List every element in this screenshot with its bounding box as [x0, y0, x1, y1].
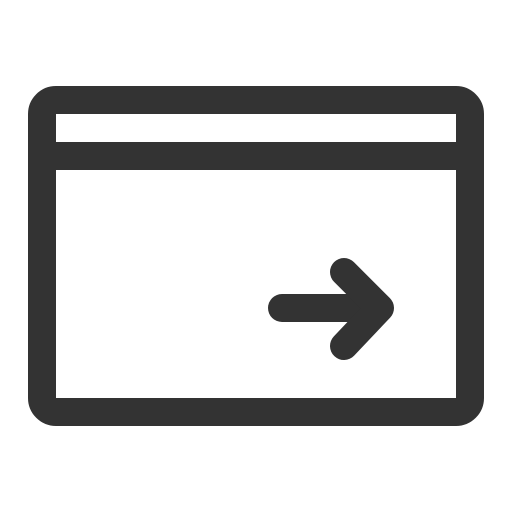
browser-window-arrow-right-icon	[28, 86, 484, 426]
icon-canvas	[0, 0, 512, 512]
